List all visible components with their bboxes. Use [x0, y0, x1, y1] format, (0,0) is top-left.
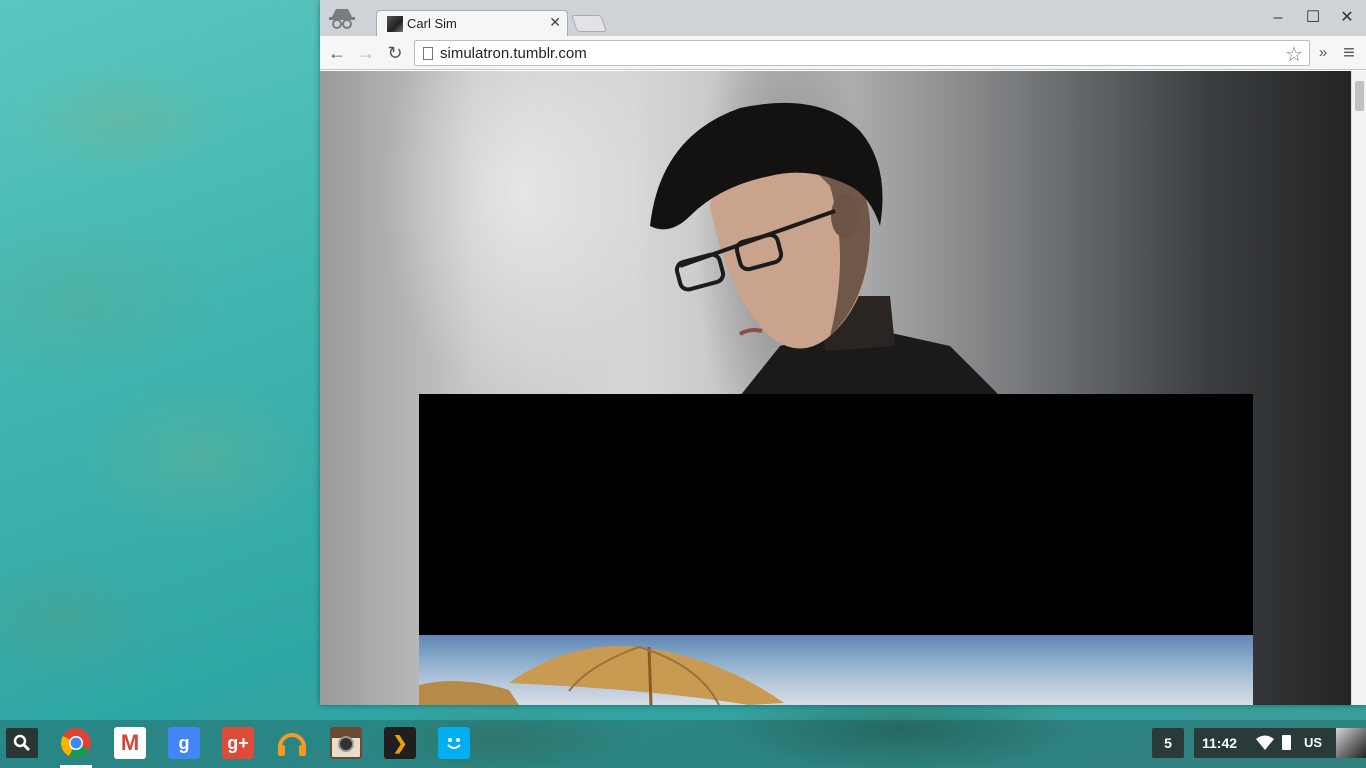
page-viewport [320, 71, 1366, 705]
chrome-app-icon[interactable] [60, 727, 92, 759]
bookmark-star-icon[interactable]: ☆ [1285, 42, 1303, 67]
reload-button[interactable]: ↻ [384, 42, 406, 64]
clock: 11:42 [1202, 735, 1238, 751]
groupme-app-icon[interactable] [438, 727, 470, 759]
search-icon [13, 734, 31, 752]
forward-button[interactable]: → [355, 42, 377, 64]
tab-close-icon[interactable]: ✕ [549, 14, 561, 31]
url-text: simulatron.tumblr.com [440, 45, 587, 62]
page-scrollbar[interactable] [1351, 71, 1366, 705]
google-search-app-icon[interactable]: g [168, 727, 200, 759]
wifi-icon [1256, 735, 1274, 750]
close-window-button[interactable]: ✕ [1336, 8, 1358, 28]
instagram-app-icon[interactable] [330, 727, 362, 759]
hero-portrait-image [650, 102, 1000, 396]
tab-carl-sim[interactable]: Carl Sim ✕ [376, 10, 568, 37]
input-method-indicator: US [1304, 735, 1323, 750]
maximize-button[interactable]: ☐ [1302, 8, 1324, 28]
browser-titlebar: Carl Sim ✕ – ☐ ✕ [320, 0, 1366, 37]
user-avatar [1336, 728, 1366, 758]
gplus-label: g+ [227, 732, 249, 753]
google-plus-app-icon[interactable]: g+ [222, 727, 254, 759]
tab-favicon-icon [387, 16, 403, 32]
scrollbar-thumb[interactable] [1355, 81, 1364, 111]
app-launcher-button[interactable] [6, 728, 38, 758]
incognito-icon [329, 9, 355, 29]
plex-label: ❯ [392, 732, 408, 753]
google-label: g [178, 732, 190, 753]
beach-umbrella-image [419, 635, 1253, 705]
gmail-app-icon[interactable]: M [114, 727, 146, 759]
extensions-overflow-button[interactable]: » [1312, 42, 1334, 64]
notification-count-badge[interactable]: 5 [1152, 728, 1184, 758]
chromeos-shelf: M g g+ ❯ 5 11:42 US [0, 720, 1366, 768]
address-bar[interactable]: simulatron.tumblr.com ☆ [414, 40, 1310, 66]
tab-title: Carl Sim [407, 16, 457, 31]
post-photo[interactable] [419, 394, 1253, 705]
browser-window: Carl Sim ✕ – ☐ ✕ ← → ↻ simulatron.tumblr… [320, 0, 1366, 705]
chrome-menu-button[interactable]: ≡ [1338, 42, 1360, 64]
system-tray[interactable]: 11:42 US [1194, 728, 1366, 758]
back-button[interactable]: ← [326, 42, 348, 64]
new-tab-button[interactable] [570, 15, 608, 32]
minimize-button[interactable]: – [1267, 8, 1289, 28]
page-icon [423, 47, 433, 60]
plex-app-icon[interactable]: ❯ [384, 727, 416, 759]
browser-toolbar: ← → ↻ simulatron.tumblr.com ☆ » ≡ [320, 36, 1366, 70]
gmail-label: M [120, 730, 140, 755]
system-status-area[interactable]: 5 11:42 US [1152, 728, 1366, 760]
battery-icon [1282, 735, 1291, 750]
play-music-app-icon[interactable] [276, 727, 308, 759]
